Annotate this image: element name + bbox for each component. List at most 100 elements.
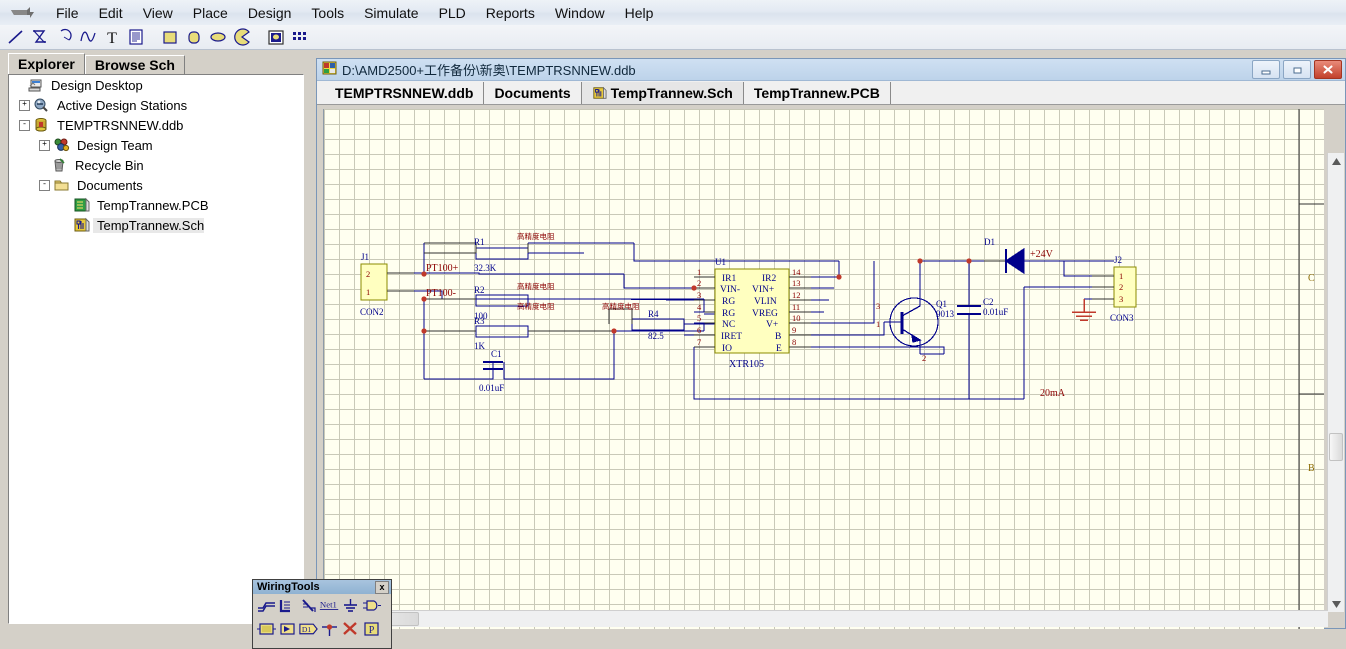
ic-pin-name-vreg: VREG xyxy=(752,309,778,319)
menu-tools[interactable]: Tools xyxy=(301,2,354,24)
tree-item-temptrannew-pcb[interactable]: TempTrannew.PCB xyxy=(9,195,303,215)
tab-explorer[interactable]: Explorer xyxy=(8,53,85,75)
curve-icon[interactable] xyxy=(76,26,100,48)
net-label-pt100-minus: PT100- xyxy=(426,288,456,299)
design-station-icon xyxy=(33,97,50,113)
menu-window[interactable]: Window xyxy=(545,2,615,24)
window-controls xyxy=(1252,60,1345,79)
tree-label: Design Desktop xyxy=(51,77,143,93)
menu-view[interactable]: View xyxy=(133,2,183,24)
place-bus-entry-icon[interactable] xyxy=(298,595,319,616)
place-part-icon[interactable] xyxy=(361,595,382,616)
pin-number-q1-3: 3 xyxy=(876,301,880,311)
design-explorer-tree[interactable]: Design Desktop + Active Design Stations … xyxy=(8,74,304,624)
tree-item-temptrsnnew-ddb[interactable]: - TEMPTRSNNEW.ddb xyxy=(9,115,303,135)
menu-simulate[interactable]: Simulate xyxy=(354,2,428,24)
toolbar-separator-2 xyxy=(254,26,264,48)
pin-number-j2-2: 2 xyxy=(1119,282,1123,292)
tab-browse-sch[interactable]: Browse Sch xyxy=(84,55,185,75)
pin-number-u1-13: 13 xyxy=(792,278,801,288)
net-label-text: Net1 xyxy=(320,600,337,610)
place-power-port-icon[interactable] xyxy=(340,595,361,616)
menu-bar: File Edit View Place Design Tools Simula… xyxy=(0,0,1346,26)
pie-chart-icon[interactable] xyxy=(230,26,254,48)
sheet-zone-label-c: C xyxy=(1308,273,1315,284)
tree-item-active-design-stations[interactable]: + Active Design Stations xyxy=(9,95,303,115)
text-icon[interactable]: T xyxy=(100,26,124,48)
design-desktop-icon xyxy=(27,77,44,93)
round-rectangle-icon[interactable] xyxy=(182,26,206,48)
restore-button[interactable] xyxy=(1283,60,1311,79)
schematic-sheet[interactable]: J1 R1 R2 R3 R4 C1 C2 U1 Q1 9013 D1 J2 32… xyxy=(323,109,1324,629)
sheet-zone-label-b: B xyxy=(1308,463,1315,474)
pin-number-j1-1: 1 xyxy=(366,287,370,297)
svg-text:T: T xyxy=(107,30,117,46)
image-icon[interactable] xyxy=(264,26,288,48)
pcb-doc-icon xyxy=(73,197,90,213)
text-frame-icon[interactable] xyxy=(124,26,148,48)
component-value-q1: 9013 xyxy=(936,309,955,319)
menu-edit[interactable]: Edit xyxy=(89,2,133,24)
menu-design[interactable]: Design xyxy=(238,2,302,24)
net-label-pt100-plus: PT100+ xyxy=(426,263,459,274)
tree-item-design-desktop[interactable]: Design Desktop xyxy=(9,75,303,95)
tab-temptrsnnew-ddb[interactable]: TEMPTRSNNEW.ddb xyxy=(325,81,485,104)
recycle-bin-icon xyxy=(51,157,68,173)
window-title-bar[interactable]: D:\AMD2500+工作备份\新奥\TEMPTRSNNEW.ddb xyxy=(317,59,1345,81)
collapse-toggle-icon[interactable]: - xyxy=(19,119,30,131)
protel-logo-icon xyxy=(0,0,46,25)
vertical-scroll-thumb[interactable] xyxy=(1329,433,1343,461)
tab-temptrannew-pcb[interactable]: TempTrannew.PCB xyxy=(743,81,891,104)
place-wire-icon[interactable] xyxy=(256,595,277,616)
tab-label: Documents xyxy=(494,84,571,101)
tree-item-temptrannew-sch[interactable]: TempTrannew.Sch xyxy=(9,215,303,235)
line-icon[interactable] xyxy=(4,26,28,48)
window-title-text: D:\AMD2500+工作备份\新奥\TEMPTRSNNEW.ddb xyxy=(342,63,636,78)
expand-toggle-icon[interactable]: + xyxy=(39,139,50,151)
vertical-scrollbar[interactable] xyxy=(1327,153,1344,612)
ic-pin-name-ir2: IR2 xyxy=(762,274,777,284)
ellipse-icon[interactable] xyxy=(206,26,230,48)
wiring-tools-palette[interactable]: WiringTools x Net1 D1 P xyxy=(252,579,392,649)
horizontal-scrollbar[interactable] xyxy=(317,610,1328,627)
tab-temptrannew-sch[interactable]: TempTrannew.Sch xyxy=(581,81,744,104)
scroll-up-button[interactable] xyxy=(1328,153,1344,169)
component-value-u1: XTR105 xyxy=(729,359,764,370)
close-button[interactable] xyxy=(1314,60,1342,79)
wiring-tools-title-bar[interactable]: WiringTools x xyxy=(253,580,391,594)
pin-number-u1-3: 3 xyxy=(697,290,701,300)
component-ref-u1: U1 xyxy=(715,257,726,267)
menu-reports[interactable]: Reports xyxy=(476,2,545,24)
ic-pin-name-io: IO xyxy=(722,344,732,354)
collapse-toggle-icon[interactable]: - xyxy=(39,179,50,191)
pin-number-u1-6: 6 xyxy=(697,325,701,335)
menu-place[interactable]: Place xyxy=(183,2,238,24)
rectangle-icon[interactable] xyxy=(158,26,182,48)
component-ref-r1: R1 xyxy=(474,237,485,247)
menu-help[interactable]: Help xyxy=(615,2,664,24)
scroll-down-button[interactable] xyxy=(1328,596,1344,612)
menu-file[interactable]: File xyxy=(46,2,89,24)
component-ref-c2: C2 xyxy=(983,297,994,307)
array-icon[interactable] xyxy=(288,26,312,48)
tree-item-recycle-bin[interactable]: Recycle Bin xyxy=(9,155,303,175)
tab-documents[interactable]: Documents xyxy=(484,81,582,104)
sch-doc-icon xyxy=(73,217,90,233)
pin-number-j1-2: 2 xyxy=(366,269,370,279)
menu-pld[interactable]: PLD xyxy=(429,2,476,24)
component-ref-j2: J2 xyxy=(1114,255,1122,265)
pin-number-u1-9: 9 xyxy=(792,325,796,335)
net-label-20ma: 20mA xyxy=(1040,388,1066,399)
expand-toggle-icon[interactable]: + xyxy=(19,99,30,111)
arc-icon[interactable] xyxy=(52,26,76,48)
place-net-label-icon[interactable]: Net1 xyxy=(319,595,340,616)
bus-icon[interactable] xyxy=(28,26,52,48)
tree-item-documents[interactable]: - Documents xyxy=(9,175,303,195)
minimize-button[interactable] xyxy=(1252,60,1280,79)
folder-icon xyxy=(53,177,70,193)
place-bus-icon[interactable] xyxy=(277,595,298,616)
tree-item-design-team[interactable]: + Design Team xyxy=(9,135,303,155)
wiring-tools-row-1: Net1 xyxy=(253,594,391,617)
close-icon[interactable]: x xyxy=(375,580,389,594)
tree-label: Design Team xyxy=(77,137,153,153)
